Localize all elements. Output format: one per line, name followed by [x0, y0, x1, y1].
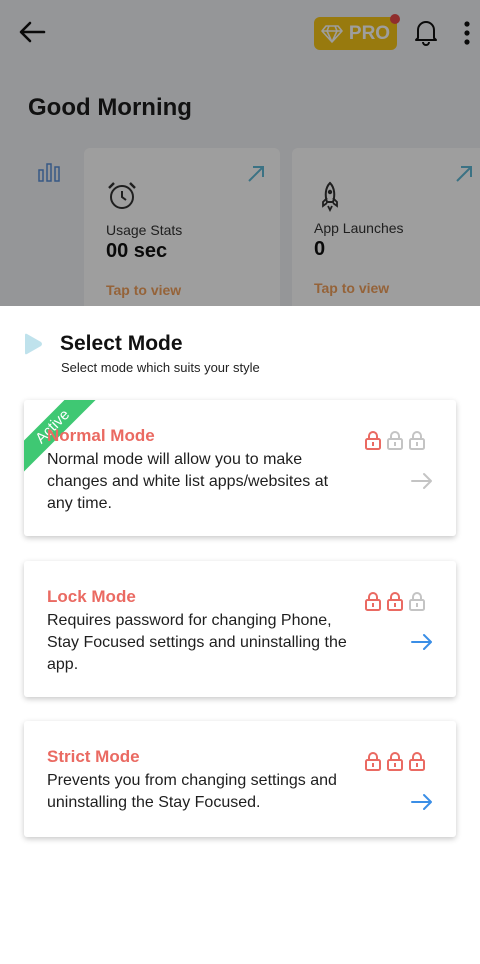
mode-description: Normal mode will allow you to make chang… — [47, 451, 329, 512]
lock-icon — [387, 592, 403, 611]
dim-overlay[interactable] — [0, 0, 480, 310]
lock-mode-card[interactable]: Lock Mode Requires password for changing… — [24, 561, 456, 697]
lock-icon — [409, 592, 425, 611]
strict-mode-card[interactable]: Strict Mode Prevents you from changing s… — [24, 721, 456, 837]
arrow-right-icon[interactable] — [411, 633, 433, 651]
mode-title: Normal Mode — [47, 426, 155, 445]
lock-level-indicator — [364, 430, 426, 450]
play-icon — [25, 333, 42, 355]
arrow-right-icon[interactable] — [411, 793, 433, 811]
mode-title: Lock Mode — [47, 587, 136, 606]
mode-description: Prevents you from changing settings and … — [47, 772, 337, 811]
lock-icon — [387, 752, 403, 771]
lock-icon — [365, 431, 381, 450]
mode-title: Strict Mode — [47, 747, 140, 766]
sheet-subtitle: Select mode which suits your style — [61, 360, 260, 375]
lock-icon — [365, 752, 381, 771]
mode-description: Requires password for changing Phone, St… — [47, 612, 347, 673]
sheet-title: Select Mode — [60, 332, 183, 355]
lock-icon — [409, 431, 425, 450]
lock-icon — [365, 592, 381, 611]
normal-mode-card[interactable]: Active Normal Mode Normal mode will allo… — [24, 400, 456, 536]
lock-icon — [409, 752, 425, 771]
select-mode-sheet: Select Mode Select mode which suits your… — [0, 306, 480, 964]
lock-level-indicator — [364, 591, 426, 611]
arrow-right-icon[interactable] — [411, 472, 433, 490]
lock-icon — [387, 431, 403, 450]
lock-level-indicator — [364, 751, 426, 771]
